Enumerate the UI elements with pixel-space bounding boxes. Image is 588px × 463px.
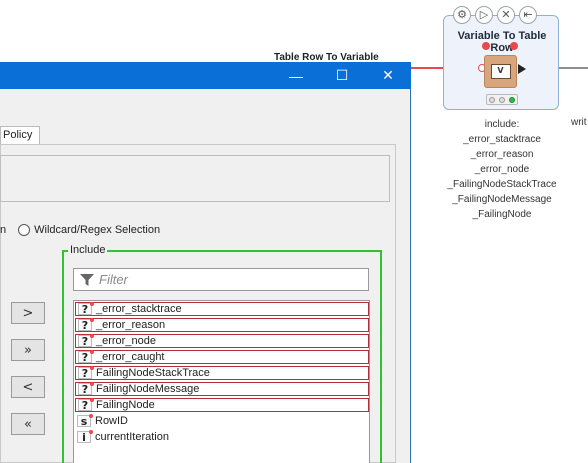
filter-icon: [80, 273, 94, 286]
gear-icon[interactable]: ⚙: [453, 6, 471, 24]
unknown-type-icon: ?: [78, 334, 94, 348]
flow-port-in[interactable]: [482, 42, 490, 50]
unknown-type-icon: ?: [78, 302, 94, 316]
item-label: RowID: [95, 415, 129, 427]
integer-type-icon: i: [77, 430, 93, 444]
item-label: _error_stacktrace: [96, 303, 182, 315]
string-type-icon: s: [77, 414, 93, 428]
filter-input[interactable]: Filter: [73, 268, 369, 291]
annotation-line: include:: [484, 119, 520, 130]
list-item[interactable]: i currentIteration: [75, 430, 369, 444]
node-annotation: include: _error_stacktrace _error_reason…: [443, 117, 561, 222]
item-label: _error_reason: [96, 319, 166, 331]
include-list[interactable]: ? _error_stacktrace ? _error_reason ? _e…: [73, 300, 370, 463]
annotation-line: _error_node: [474, 164, 530, 175]
settings-group: [0, 155, 390, 202]
annotation-line: _error_reason: [470, 149, 534, 160]
node-status-traffic-light: [486, 94, 518, 105]
item-label: _error_caught: [96, 351, 165, 363]
status-light-yellow: [499, 96, 505, 103]
unknown-type-icon: ?: [78, 382, 94, 396]
list-item[interactable]: ? _error_caught: [75, 350, 369, 364]
annotation-line: _FailingNode: [472, 209, 532, 220]
remove-button[interactable]: <: [11, 376, 45, 398]
status-light-red: [489, 96, 495, 103]
flow-port-out[interactable]: [510, 42, 518, 50]
annotation-line: _FailingNodeStackTrace: [447, 179, 557, 190]
wildcard-radio-label[interactable]: Wildcard/Regex Selection: [34, 224, 160, 236]
item-label: currentIteration: [95, 431, 169, 443]
list-item[interactable]: ? FailingNodeStackTrace: [75, 366, 369, 380]
annotation-line: _FailingNodeMessage: [452, 194, 552, 205]
add-button[interactable]: >: [11, 302, 45, 324]
selection-mode-row: n Wildcard/Regex Selection: [0, 224, 160, 236]
item-label: FailingNodeStackTrace: [96, 367, 210, 379]
output-port[interactable]: [518, 64, 526, 74]
item-label: _error_node: [96, 335, 156, 347]
node-icon[interactable]: V: [484, 55, 517, 88]
node-action-bar: ⚙ ▷ ✕ ⇤: [453, 6, 537, 26]
play-icon[interactable]: ▷: [475, 6, 493, 24]
maximize-button[interactable]: ☐: [319, 62, 365, 89]
annotation-line: _error_stacktrace: [463, 134, 541, 145]
list-item[interactable]: ? FailingNodeMessage: [75, 382, 369, 396]
unknown-type-icon: ?: [78, 366, 94, 380]
include-legend: Include: [68, 244, 108, 256]
item-label: FailingNode: [96, 399, 155, 411]
tab-policy[interactable]: Policy: [0, 126, 40, 144]
list-item[interactable]: ? FailingNode: [75, 398, 369, 412]
remove-all-button[interactable]: «: [11, 413, 45, 435]
list-item[interactable]: ? _error_stacktrace: [75, 302, 369, 316]
unknown-type-icon: ?: [78, 318, 94, 332]
minimize-button[interactable]: —: [273, 62, 319, 89]
filter-placeholder: Filter: [99, 272, 128, 287]
add-all-button[interactable]: »: [11, 339, 45, 361]
wildcard-radio-button[interactable]: [18, 224, 31, 236]
cancel-icon[interactable]: ✕: [497, 6, 515, 24]
variable-icon: V: [490, 64, 511, 79]
list-item[interactable]: ? _error_node: [75, 334, 369, 348]
node-title: Variable To Table Row: [457, 30, 547, 54]
close-button[interactable]: ✕: [365, 62, 411, 89]
unknown-type-icon: ?: [78, 350, 94, 364]
item-label: FailingNodeMessage: [96, 383, 200, 395]
list-item[interactable]: ? _error_reason: [75, 318, 369, 332]
status-light-green: [509, 96, 515, 103]
reset-icon[interactable]: ⇤: [519, 6, 537, 24]
unknown-type-icon: ?: [78, 398, 94, 412]
radio-label-partial: n: [0, 224, 7, 236]
next-node-annotation: writ: [571, 117, 587, 128]
list-item[interactable]: s RowID: [75, 414, 369, 428]
